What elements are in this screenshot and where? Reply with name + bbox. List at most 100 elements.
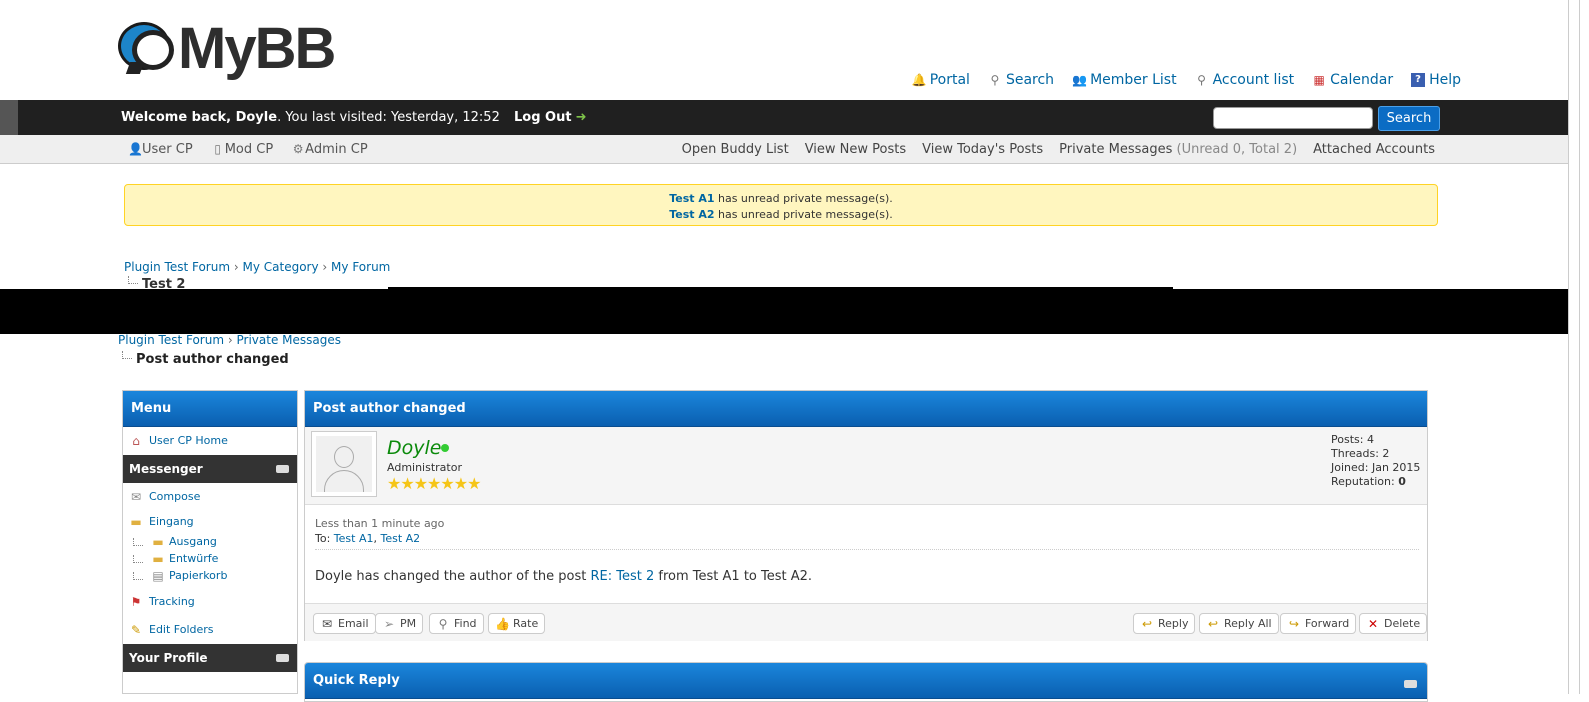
panel-links: 👤User CP ▯ Mod CP ⚙ Admin CP Open Buddy Li… — [0, 135, 1568, 164]
rate-button[interactable]: 👍 Rate — [488, 613, 546, 634]
breadcrumb-link[interactable]: My Category — [243, 260, 319, 274]
pm-notice-user[interactable]: Test A2 — [669, 208, 714, 221]
welcome-text: Welcome back, Doyle. You last visited: Y… — [121, 110, 587, 125]
menu-title: Menu — [123, 391, 297, 427]
scrollbar[interactable] — [1568, 0, 1589, 694]
toplink-calendar[interactable]: ▦ Calendar — [1312, 72, 1393, 88]
admin-cp-link[interactable]: ⚙ Admin CP — [291, 142, 368, 157]
breadcrumb: Plugin Test Forum › My Category › My For… — [124, 260, 391, 274]
magnifier-icon: ⚲ — [1197, 73, 1206, 87]
user-icon: 👤 — [128, 142, 143, 156]
breadcrumb-current: Post author changed — [122, 351, 289, 367]
author-stars-icon: ★★★★★★★ — [387, 474, 481, 493]
calendar-icon: ▦ — [1313, 73, 1325, 87]
attached-accounts-link[interactable]: Attached Accounts — [1313, 142, 1435, 157]
search-input[interactable] — [1213, 107, 1373, 129]
forward-button[interactable]: ↪ Forward — [1280, 613, 1357, 634]
thumbs-up-icon: 👍 — [495, 616, 510, 631]
breadcrumb-link[interactable]: Plugin Test Forum — [118, 333, 224, 347]
reply-button[interactable]: ↩ Reply — [1133, 613, 1196, 634]
pm-notice-user[interactable]: Test A1 — [669, 192, 714, 205]
collapse-icon[interactable] — [1404, 680, 1417, 688]
document-icon: ▯ — [214, 142, 221, 156]
folder-icon: ▬ — [130, 515, 142, 529]
quick-reply: Quick Reply — [304, 662, 1428, 702]
collapse-icon[interactable] — [276, 465, 289, 473]
logout-link[interactable]: Log Out ➜ — [514, 110, 586, 125]
users-icon: 👥 — [1072, 73, 1088, 87]
folder-icon: ▬ — [152, 534, 164, 549]
menu-usercp-home[interactable]: ⌂ User CP Home — [123, 427, 297, 455]
menu-section-messenger[interactable]: Messenger — [123, 455, 297, 483]
logo-bubbles-icon — [118, 18, 176, 80]
gear-icon: ⚙ — [292, 142, 304, 156]
reply-icon: ↩ — [1141, 616, 1153, 631]
magnifier-icon: ⚲ — [990, 73, 1000, 87]
menu-folder-drafts[interactable]: ▬ Entwürfe — [123, 550, 297, 567]
envelope-icon: ✉ — [321, 616, 333, 631]
trash-icon: ▤ — [152, 568, 164, 583]
mybb-logo[interactable]: MyBB — [118, 14, 336, 84]
magnifier-icon: ⚲ — [438, 616, 448, 631]
paper-plane-icon: ➢ — [383, 616, 395, 631]
pm-counts: (Unread 0, Total 2) — [1176, 142, 1298, 157]
menu-tracking[interactable]: ⚑ Tracking — [123, 588, 297, 616]
delete-icon: ✕ — [1367, 616, 1379, 631]
bell-icon: 🔔 — [911, 73, 927, 87]
post-author-panel: Doyle Administrator ★★★★★★★ Posts: 4 Thr… — [305, 427, 1427, 505]
find-button[interactable]: ⚲ Find — [429, 613, 484, 634]
recipient-link[interactable]: Test A1 — [334, 532, 374, 545]
email-button[interactable]: ✉ Email — [313, 613, 376, 634]
breadcrumb-link[interactable]: Private Messages — [237, 333, 342, 347]
reputation-value[interactable]: 0 — [1398, 475, 1406, 488]
post-date: Less than 1 minute ago — [315, 517, 445, 530]
mod-cp-link[interactable]: ▯ Mod CP — [211, 142, 273, 157]
post-recipients: To: Test A1, Test A2 — [315, 532, 421, 545]
pm-button[interactable]: ➢ PM — [375, 613, 424, 634]
envelope-icon: ✉ — [130, 490, 142, 504]
post-link[interactable]: RE: Test 2 — [591, 569, 655, 584]
search-button[interactable]: Search — [1378, 106, 1440, 131]
online-status-icon — [441, 444, 449, 452]
author-name[interactable]: Doyle — [387, 437, 441, 459]
menu-folder-trash[interactable]: ▤ Papierkorb — [123, 567, 297, 584]
menu-inbox[interactable]: ▬ Eingang — [123, 511, 297, 533]
post-title: Post author changed — [305, 391, 1427, 427]
post-body: Doyle has changed the author of the post… — [315, 569, 813, 584]
breadcrumb-link[interactable]: Plugin Test Forum — [124, 260, 230, 274]
new-posts-link[interactable]: View New Posts — [805, 142, 906, 157]
today-posts-link[interactable]: View Today's Posts — [922, 142, 1043, 157]
reply-all-icon: ↩ — [1207, 616, 1219, 631]
toplink-member-list[interactable]: 👥 Member List — [1072, 72, 1177, 88]
toplink-help[interactable]: ? Help — [1411, 72, 1461, 88]
menu-section-profile[interactable]: Your Profile — [123, 644, 297, 672]
toplink-search[interactable]: ⚲ Search — [988, 72, 1055, 88]
usercp-menu: Menu ⌂ User CP Home Messenger ✉ Compose ▬ E… — [122, 390, 298, 694]
private-messages-link[interactable]: Private Messages — [1059, 142, 1172, 157]
top-links: 🔔 Portal ⚲ Search 👥 Member List ⚲ Account li… — [912, 72, 1461, 88]
author-usertitle: Administrator — [387, 461, 462, 474]
reply-all-button[interactable]: ↩ Reply All — [1199, 613, 1279, 634]
welcome-username[interactable]: Doyle — [236, 110, 277, 125]
toplink-account-list[interactable]: ⚲ Account list — [1195, 72, 1294, 88]
flag-icon: ⚑ — [130, 595, 142, 609]
user-cp-link[interactable]: 👤User CP — [128, 142, 193, 157]
logo-text: MyBB — [178, 16, 336, 81]
help-icon: ? — [1411, 73, 1426, 87]
menu-edit-folders[interactable]: ✎ Edit Folders — [123, 616, 297, 644]
breadcrumb-link[interactable]: My Forum — [331, 260, 390, 274]
buddy-list-link[interactable]: Open Buddy List — [682, 142, 789, 157]
arrow-right-icon: ➜ — [575, 110, 587, 125]
menu-compose[interactable]: ✉ Compose — [123, 483, 297, 511]
delete-button[interactable]: ✕ Delete — [1359, 613, 1428, 634]
menu-folder-sent[interactable]: ▬ Ausgang — [123, 533, 297, 550]
home-icon: ⌂ — [132, 434, 140, 448]
edit-folder-icon: ✎ — [130, 623, 142, 637]
pm-notice: Test A1 has unread private message(s). T… — [124, 184, 1438, 226]
recipient-link[interactable]: Test A2 — [380, 532, 420, 545]
toplink-portal[interactable]: 🔔 Portal — [912, 72, 970, 88]
folder-icon: ▬ — [152, 551, 164, 566]
avatar[interactable] — [311, 431, 377, 497]
redaction-bar — [0, 289, 1568, 334]
collapse-icon[interactable] — [276, 654, 289, 662]
